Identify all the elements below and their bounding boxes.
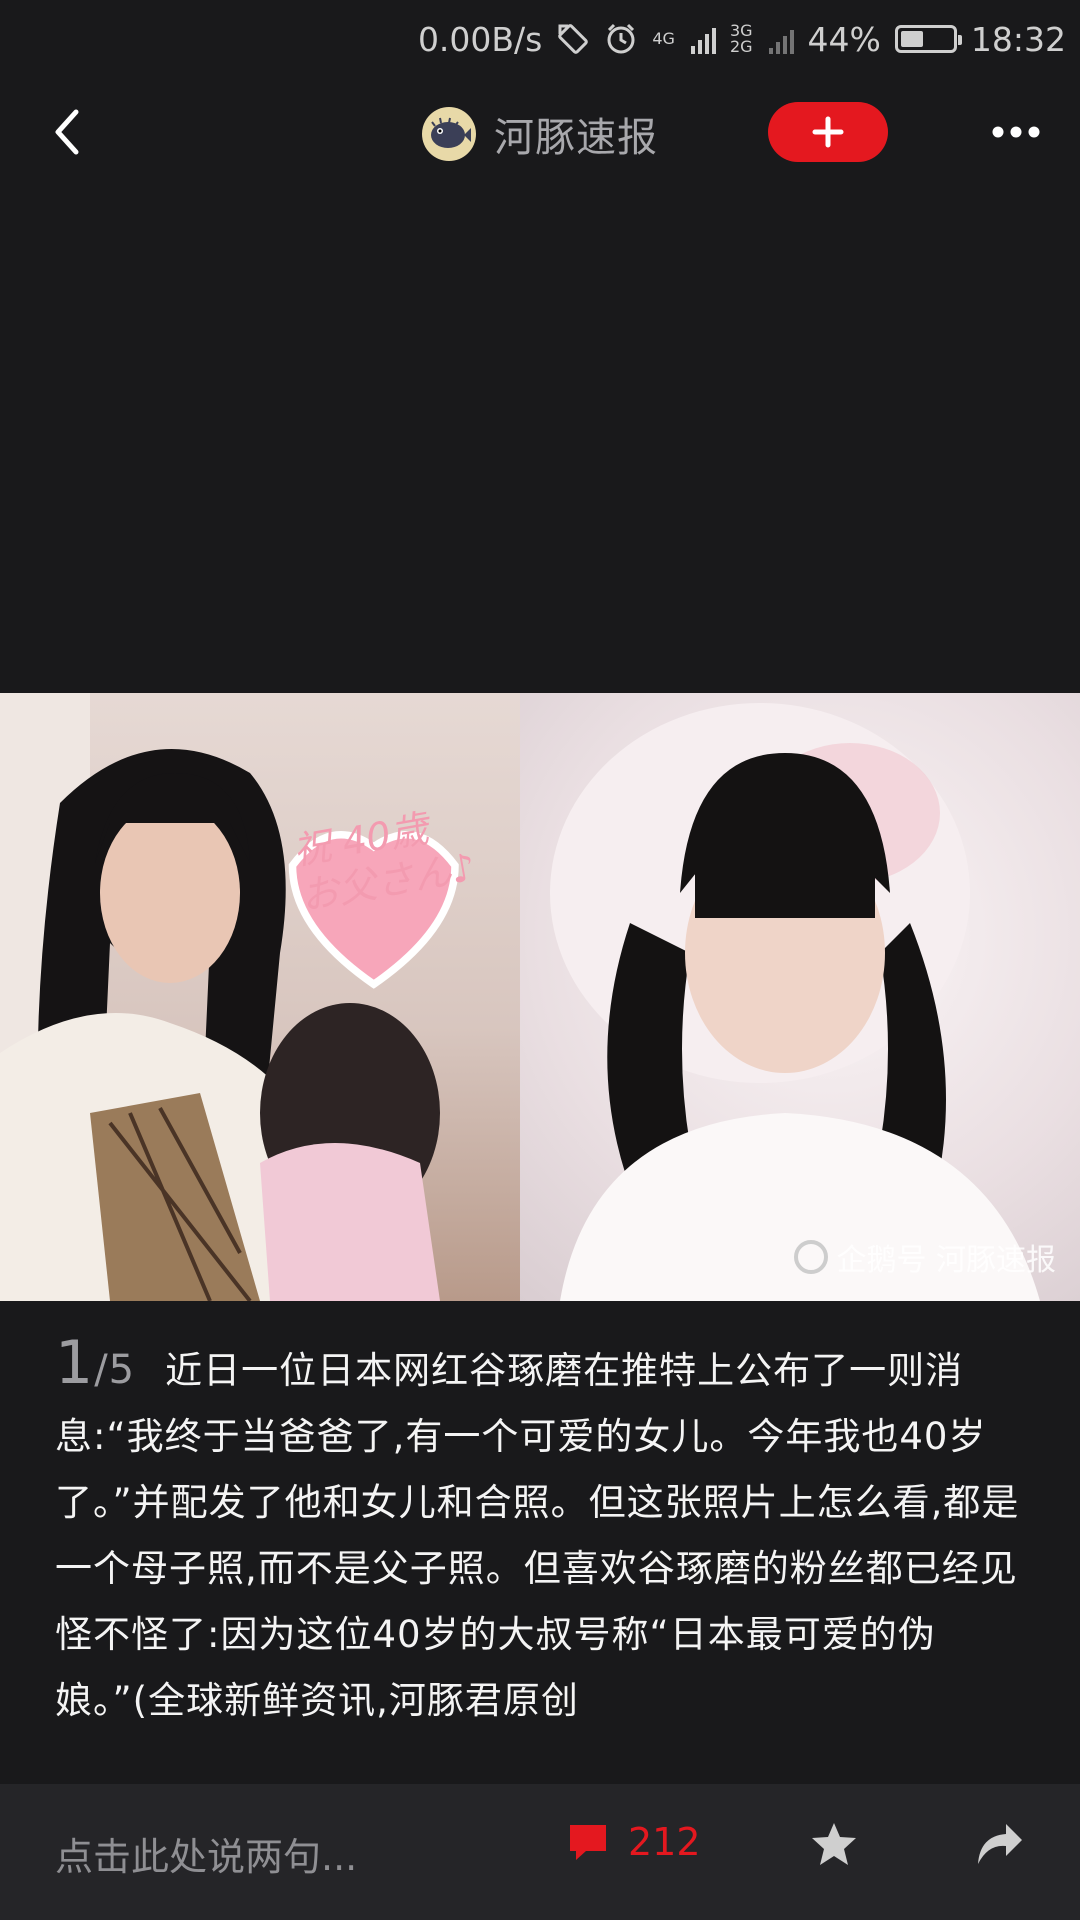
more-button[interactable] [986,102,1046,162]
alarm-icon [607,23,635,54]
photo-left-panel: 祝 40歳 お父さん♪ [0,693,520,1301]
person-with-baby-illustration [0,693,459,1301]
follow-button[interactable] [768,102,888,162]
battery-icon [894,25,962,53]
star-icon [812,1823,856,1865]
channel-info[interactable]: 河豚速报 [422,104,658,164]
plus-icon [812,116,844,148]
sim2-signal: 3G 2G [729,21,753,56]
chevron-left-icon [55,109,79,155]
header: 河豚速报 [0,78,1080,188]
article-photo[interactable]: 祝 40歳 お父さん♪ 企鹅号 河豚速报 [0,693,1080,1301]
photo-right-panel: 企鹅号 河豚速报 [520,693,1080,1301]
pufferfish-icon [431,117,471,148]
battery-percent: 44% [807,19,881,59]
back-button[interactable] [38,102,98,162]
comment-count: 212 [628,1820,701,1864]
more-horizontal-icon [992,126,1040,138]
page-indicator: 1/5 [55,1328,136,1398]
share-button[interactable] [972,1816,1028,1872]
channel-avatar[interactable] [422,107,476,161]
favorite-button[interactable] [806,1816,862,1872]
status-bar: 0.00B/s 4G 3G 2G 44% 18:32 [0,0,1080,78]
clock: 18:32 [970,19,1066,59]
sim2-signal-icon [768,24,794,54]
net-speed: 0.00B/s [417,19,543,59]
sim1-signal: 4G [652,29,675,48]
comment-button[interactable]: 212 [566,1820,701,1864]
caption-text: 近日一位日本网红谷琢磨在推特上公布了一则消息:“我终于当爸爸了,有一个可爱的女儿… [55,1349,1020,1722]
article-caption: 1/5 近日一位日本网红谷琢磨在推特上公布了一则消息:“我终于当爸爸了,有一个可爱… [55,1330,1035,1734]
caption-paragraph: 1/5 近日一位日本网红谷琢磨在推特上公布了一则消息:“我终于当爸爸了,有一个可爱… [55,1330,1035,1734]
comment-icon [570,1825,606,1860]
auto-rotate-icon [558,24,589,54]
penguin-logo-icon [794,1240,829,1274]
share-icon [978,1824,1022,1864]
photo-watermark: 企鹅号 河豚速报 [794,1235,1056,1279]
person-in-bunny-hood-illustration [550,703,1040,1301]
bottom-bar: 点击此处说两句... 212 [0,1784,1080,1920]
comment-input[interactable]: 点击此处说两句... [55,1826,357,1881]
sim1-signal-icon [690,24,716,54]
channel-name[interactable]: 河豚速报 [494,105,658,163]
